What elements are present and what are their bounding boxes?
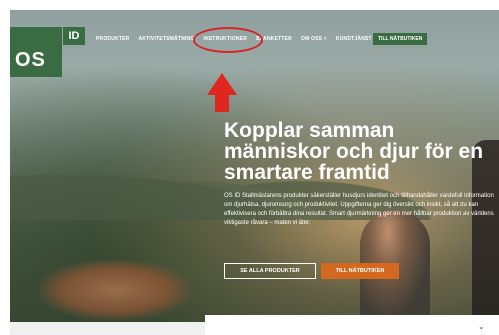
annotation-highlight-ellipse <box>193 27 263 53</box>
nav-item-about-label: OM OSS <box>300 36 323 42</box>
logo-os-text: OS <box>15 49 46 71</box>
cow-silhouette <box>40 260 190 320</box>
nav-shop-button[interactable]: TILL NÄTBUTIKEN <box>373 33 428 45</box>
top-margin <box>0 0 499 10</box>
hero-body-text: OS ID Stallmästarens produkter säkerstäl… <box>224 193 494 226</box>
logo-id-badge: ID <box>63 27 85 45</box>
nav-item-support-label: KUNDTJÄNST <box>335 36 372 42</box>
chevron-down-icon: ˅ <box>322 36 327 42</box>
up-arrow-shaft <box>215 92 229 112</box>
logo-id-text: ID <box>68 30 80 42</box>
to-shop-button[interactable]: TILL NÄTBUTIKEN <box>321 263 399 279</box>
see-all-products-button[interactable]: SE ALLA PRODUKTER <box>224 263 316 279</box>
nav-item-about[interactable]: OM OSS ˅ <box>301 36 327 42</box>
left-margin <box>0 0 10 335</box>
site-logo[interactable]: OS <box>10 27 62 77</box>
hero-headline: Kopplar samman människor och djur för en… <box>224 119 484 184</box>
nav-item-activity[interactable]: AKTIVITETSMÄTNING <box>138 36 194 42</box>
bottom-panel <box>205 315 499 335</box>
nav-item-products[interactable]: PRODUKTER <box>96 36 129 42</box>
screenshot-frame: OS ID PRODUKTER AKTIVITETSMÄTNING INSTRU… <box>0 0 499 335</box>
chevron-down-icon: ⌄ <box>478 322 485 331</box>
nav-item-support[interactable]: KUNDTJÄNST ˅ <box>336 36 377 42</box>
